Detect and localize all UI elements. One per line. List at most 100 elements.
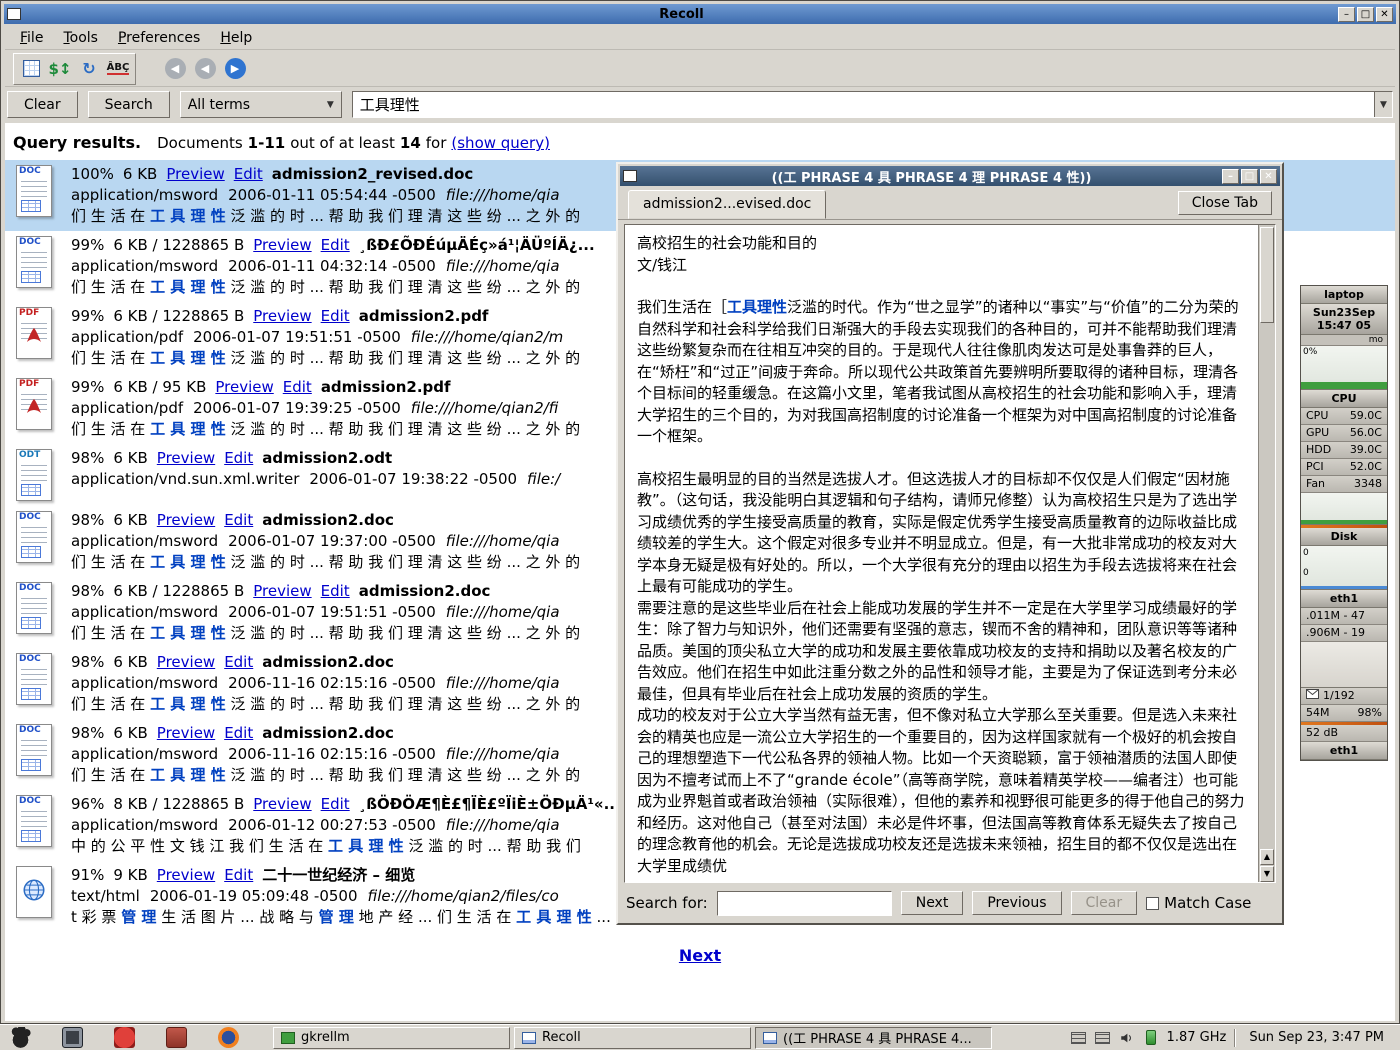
clock-panel[interactable]: Sun23Sep 15:47 05 [1301, 304, 1387, 335]
net-panel-label[interactable]: eth1 [1301, 590, 1387, 608]
battery-icon[interactable] [1143, 1031, 1159, 1045]
edit-link[interactable]: Edit [283, 378, 312, 396]
odt-file-icon[interactable]: ODT [11, 448, 57, 502]
doc-history-icon[interactable] [18, 56, 44, 82]
task-button[interactable]: gkrellm [273, 1027, 510, 1049]
preview-minimize-button[interactable]: – [1222, 169, 1239, 184]
preview-link[interactable]: Preview [157, 449, 215, 467]
html-file-icon[interactable] [11, 865, 57, 919]
edit-link[interactable]: Edit [234, 165, 263, 183]
taskbar-clock[interactable]: Sun Sep 23, 3:47 PM [1243, 1030, 1390, 1045]
edit-link[interactable]: Edit [224, 653, 253, 671]
find-clear-button[interactable]: Clear [1071, 891, 1138, 915]
preview-close-button[interactable]: ✕ [1260, 169, 1277, 184]
preview-link[interactable]: Preview [253, 582, 311, 600]
window-titlebar[interactable]: Recoll – □ ✕ [4, 4, 1396, 24]
edit-link[interactable]: Edit [321, 582, 350, 600]
edit-link[interactable]: Edit [224, 511, 253, 529]
preview-scrollbar[interactable]: ▲ ▼ [1258, 225, 1275, 882]
hostname-panel[interactable]: laptop [1301, 286, 1387, 304]
launcher-firefox-icon[interactable] [218, 1027, 239, 1048]
match-case-checkbox[interactable] [1146, 897, 1159, 910]
scrollbar-thumb[interactable] [1260, 227, 1274, 323]
input-method-icon[interactable] [1095, 1031, 1111, 1045]
preview-link[interactable]: Preview [253, 307, 311, 325]
volume-icon[interactable] [1119, 1031, 1135, 1045]
preview-link[interactable]: Preview [253, 236, 311, 254]
preview-titlebar[interactable]: ((工 PHRASE 4 具 PHRASE 4 理 PHRASE 4 性)) –… [620, 166, 1280, 186]
doc-file-icon[interactable]: DOC [11, 723, 57, 777]
launcher-footprint-icon[interactable] [10, 1027, 31, 1048]
launcher-terminal-icon[interactable] [62, 1027, 83, 1048]
volume-row[interactable]: 52 dB [1301, 725, 1387, 742]
keyboard-indicator-icon[interactable] [1071, 1031, 1087, 1045]
doc-url: file:///home/qia [446, 257, 560, 275]
preview-link[interactable]: Preview [253, 795, 311, 813]
net-timer-button[interactable]: eth1 [1301, 742, 1387, 760]
disk-panel-label[interactable]: Disk [1301, 528, 1387, 546]
task-button[interactable]: Recoll [514, 1027, 751, 1049]
preview-link[interactable]: Preview [157, 724, 215, 742]
doc-file-icon[interactable]: DOC [11, 794, 57, 848]
term-explorer-icon[interactable]: ÂBÇ [105, 56, 131, 82]
memory-row[interactable]: 54M 98% [1301, 705, 1387, 722]
net-row: .906M - 19 [1301, 625, 1387, 642]
query-history-dropdown-icon[interactable]: ▼ [1374, 92, 1392, 117]
search-input[interactable] [353, 92, 1374, 117]
menu-preferences[interactable]: Preferences [109, 28, 209, 48]
pdf-file-icon[interactable]: PDF [11, 377, 57, 431]
doc-file-icon[interactable]: DOC [11, 235, 57, 289]
sort-parameters-icon[interactable]: $↕ [47, 56, 73, 82]
cpu-panel-label[interactable]: CPU [1301, 390, 1387, 408]
preview-link[interactable]: Preview [157, 866, 215, 884]
menu-help[interactable]: Help [211, 28, 261, 48]
launcher-media-icon[interactable] [114, 1027, 135, 1048]
scroll-down-icon[interactable]: ▼ [1260, 866, 1274, 882]
menu-file[interactable]: File [11, 28, 52, 48]
launcher-package-icon[interactable] [166, 1027, 187, 1048]
edit-link[interactable]: Edit [224, 866, 253, 884]
scroll-up-icon[interactable]: ▲ [1260, 849, 1274, 865]
net-chart[interactable] [1301, 642, 1387, 688]
gkrellm-monitor: laptop Sun23Sep 15:47 05 mo 0% CPU CPU59… [1300, 285, 1388, 761]
doc-file-icon[interactable]: DOC [11, 510, 57, 564]
doc-file-icon[interactable]: DOC [11, 581, 57, 635]
find-next-button[interactable]: Next [901, 891, 964, 915]
preview-maximize-button[interactable]: □ [1241, 169, 1258, 184]
preview-link[interactable]: Preview [157, 653, 215, 671]
pdf-file-icon[interactable]: PDF [11, 306, 57, 360]
edit-link[interactable]: Edit [321, 307, 350, 325]
next-page-icon[interactable]: ▶ [222, 56, 248, 82]
search-mode-select[interactable]: All terms ▼ [180, 91, 342, 118]
mail-row[interactable]: 1/192 [1301, 688, 1387, 705]
menu-tools[interactable]: Tools [54, 28, 107, 48]
previous-page-icon[interactable]: ◀ [192, 56, 218, 82]
close-tab-button[interactable]: Close Tab [1178, 191, 1272, 215]
search-button[interactable]: Search [88, 91, 170, 118]
doc-file-icon[interactable]: DOC [11, 164, 57, 218]
clear-button[interactable]: Clear [7, 91, 78, 118]
find-input[interactable] [717, 891, 892, 916]
minimize-button[interactable]: – [1338, 7, 1355, 22]
show-query-link[interactable]: (show query) [451, 134, 550, 152]
close-button[interactable]: ✕ [1376, 7, 1393, 22]
task-button[interactable]: ((工 PHRASE 4 具 PHRASE 4... [755, 1027, 992, 1049]
preview-link[interactable]: Preview [215, 378, 273, 396]
query-history-icon[interactable]: ↻ [76, 56, 102, 82]
temperature-chart[interactable] [1301, 493, 1387, 525]
edit-link[interactable]: Edit [224, 724, 253, 742]
disk-chart[interactable]: 0 0 [1301, 546, 1387, 590]
cpu-chart[interactable]: 0% [1301, 346, 1387, 390]
first-page-icon[interactable]: ◀ [162, 56, 188, 82]
edit-link[interactable]: Edit [224, 449, 253, 467]
next-results-link[interactable]: Next [679, 946, 721, 965]
preview-link[interactable]: Preview [157, 511, 215, 529]
preview-link[interactable]: Preview [166, 165, 224, 183]
maximize-button[interactable]: □ [1357, 7, 1374, 22]
edit-link[interactable]: Edit [321, 795, 350, 813]
edit-link[interactable]: Edit [321, 236, 350, 254]
preview-document-tab[interactable]: admission2...evised.doc [628, 190, 826, 219]
find-previous-button[interactable]: Previous [972, 891, 1061, 915]
gkrellm-icon [281, 1032, 295, 1044]
doc-file-icon[interactable]: DOC [11, 652, 57, 706]
